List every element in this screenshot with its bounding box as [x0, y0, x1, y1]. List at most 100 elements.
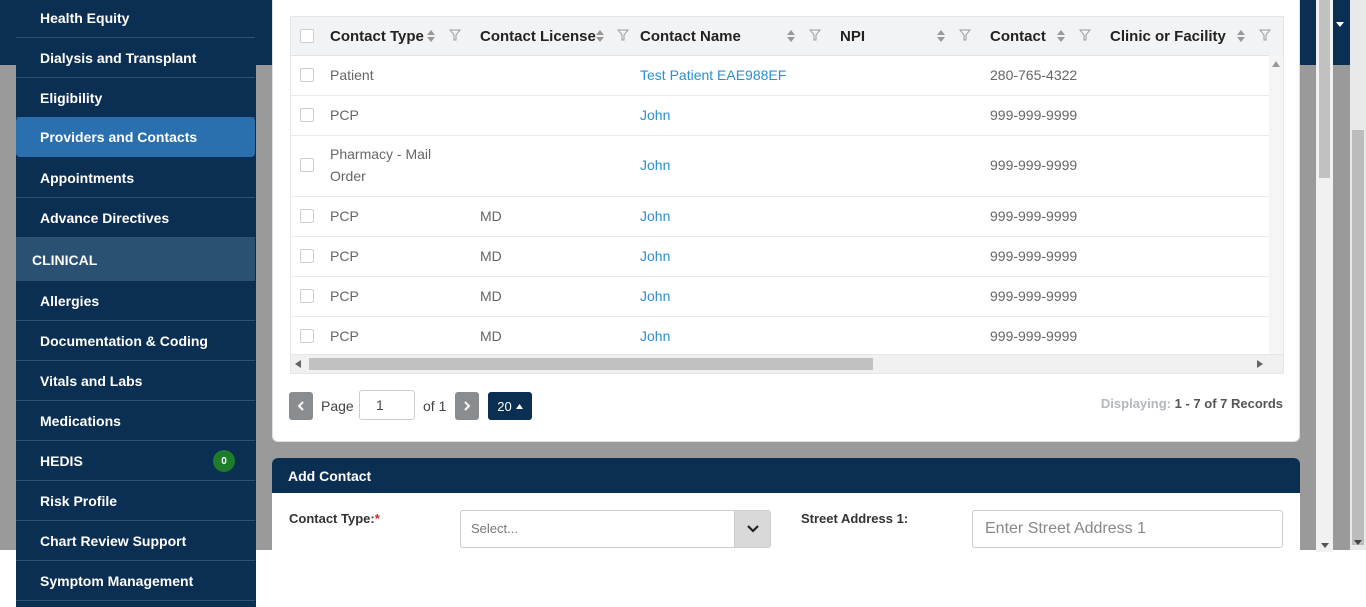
sidebar-item-dialysis[interactable]: Dialysis and Transplant [16, 38, 255, 78]
sidebar-nav: Health Equity Dialysis and Transplant El… [16, 0, 256, 607]
grid-vertical-scrollbar[interactable] [1269, 55, 1283, 373]
table-row[interactable]: PCP MD John 999-999-9999 [291, 196, 1269, 237]
select-all-checkbox[interactable] [300, 29, 314, 43]
sidebar-item-documentation-coding[interactable]: Documentation & Coding [16, 321, 255, 361]
table-row[interactable]: PCP MD John 999-999-9999 [291, 316, 1269, 356]
add-contact-title: Add Contact [288, 467, 372, 484]
sort-icon[interactable] [426, 29, 436, 43]
select-toggle-button[interactable] [734, 511, 770, 547]
sidebar-item-advance-directives[interactable]: Advance Directives [16, 198, 255, 238]
column-header-contact[interactable]: Contact [990, 17, 1046, 55]
cell-contact-type: PCP [330, 288, 359, 304]
content-scrollbar[interactable] [1316, 0, 1333, 552]
hedis-count-badge: 0 [213, 450, 235, 472]
sidebar-item-label: Chart Review Support [40, 532, 187, 549]
cell-contact-type-line2: Order [330, 168, 366, 184]
street-address-label: Street Address 1: [801, 511, 908, 526]
sidebar-item-label: Symptom Management [40, 572, 194, 589]
prev-page-button[interactable] [289, 392, 313, 420]
displaying-label: Displaying: [1100, 396, 1171, 411]
contact-name-link[interactable]: John [640, 285, 670, 307]
scroll-left-arrow-icon[interactable] [295, 360, 301, 368]
sidebar-item-appointments[interactable]: Appointments [16, 158, 255, 198]
column-header-clinic-facility[interactable]: Clinic or Facility [1110, 17, 1226, 55]
row-checkbox[interactable] [300, 108, 314, 122]
cell-contact-type: Patient [330, 67, 374, 83]
sidebar-item-health-equity[interactable]: Health Equity [16, 0, 255, 38]
records-summary: Displaying: 1 - 7 of 7 Records [1101, 396, 1283, 411]
contact-type-label-text: Contact Type: [289, 511, 375, 526]
column-header-label: Contact License [480, 27, 596, 45]
filter-icon[interactable] [959, 29, 971, 41]
sidebar-item-eligibility[interactable]: Eligibility [16, 78, 255, 118]
table-row[interactable]: PCP MD John 999-999-9999 [291, 236, 1269, 277]
contact-name-link[interactable]: John [640, 205, 670, 227]
sidebar-item-symptom-management[interactable]: Symptom Management [16, 561, 255, 601]
content-scroll-thumb[interactable] [1319, 0, 1330, 178]
column-header-npi[interactable]: NPI [840, 17, 865, 55]
sidebar-item-chart-review[interactable]: Chart Review Support [16, 521, 255, 561]
sidebar-item-medications[interactable]: Medications [16, 401, 255, 441]
chevron-down-icon[interactable] [1336, 22, 1344, 27]
cell-contact-license: MD [480, 288, 502, 304]
sidebar-section-label: CLINICAL [32, 251, 98, 268]
street-address-input[interactable] [972, 510, 1283, 548]
sort-icon[interactable] [936, 29, 946, 43]
next-page-button[interactable] [455, 392, 479, 420]
cell-contact-phone: 280-765-4322 [990, 67, 1078, 83]
window-scrollbar[interactable] [1350, 0, 1366, 550]
sidebar-item-hedis[interactable]: HEDIS 0 [16, 441, 255, 481]
sort-icon[interactable] [595, 29, 605, 43]
scroll-down-arrow-icon[interactable] [1354, 540, 1362, 545]
horizontal-scroll-thumb[interactable] [309, 358, 873, 370]
page-number-input[interactable] [359, 390, 415, 420]
row-checkbox[interactable] [300, 289, 314, 303]
contact-name-link[interactable]: John [640, 325, 670, 347]
cell-contact-license: MD [480, 208, 502, 224]
cell-contact-license: MD [480, 328, 502, 344]
page-label: Page [321, 398, 354, 414]
window-scroll-thumb[interactable] [1352, 130, 1364, 545]
sort-icon[interactable] [1236, 29, 1246, 43]
sidebar-item-risk-profile[interactable]: Risk Profile [16, 481, 255, 521]
add-contact-panel: Add Contact Contact Type:* Select... Str… [272, 458, 1300, 550]
contact-name-link[interactable]: John [640, 104, 670, 126]
row-checkbox[interactable] [300, 329, 314, 343]
chevron-right-icon [464, 401, 471, 411]
row-checkbox[interactable] [300, 68, 314, 82]
sidebar-item-providers-contacts[interactable]: Providers and Contacts [16, 117, 255, 157]
grid-horizontal-scrollbar[interactable] [291, 354, 1283, 373]
sort-icon[interactable] [786, 29, 796, 43]
row-checkbox[interactable] [300, 158, 314, 172]
filter-icon[interactable] [617, 29, 629, 41]
filter-icon[interactable] [809, 29, 821, 41]
scroll-up-arrow-icon[interactable] [1272, 61, 1280, 67]
column-header-contact-license[interactable]: Contact License [480, 17, 596, 55]
row-checkbox[interactable] [300, 249, 314, 263]
filter-icon[interactable] [1259, 29, 1271, 41]
table-row[interactable]: Patient Test Patient EAE988EF 280-765-43… [291, 55, 1269, 96]
filter-icon[interactable] [1079, 29, 1091, 41]
sort-icon[interactable] [1056, 29, 1066, 43]
scroll-down-arrow-icon[interactable] [1321, 543, 1329, 548]
table-row[interactable]: PCP MD John 999-999-9999 [291, 276, 1269, 317]
column-header-contact-name[interactable]: Contact Name [640, 17, 741, 55]
sidebar-item-label: Medications [40, 412, 121, 429]
sidebar-item-label: Documentation & Coding [40, 332, 208, 349]
page-size-dropdown[interactable]: 20 [488, 392, 532, 420]
scroll-right-arrow-icon[interactable] [1257, 360, 1263, 368]
row-checkbox[interactable] [300, 209, 314, 223]
contact-name-link[interactable]: John [640, 154, 670, 176]
cell-contact-phone: 999-999-9999 [990, 107, 1078, 123]
contact-type-select[interactable]: Select... [460, 510, 771, 548]
contact-name-link[interactable]: John [640, 245, 670, 267]
column-header-contact-type[interactable]: Contact Type [330, 17, 424, 55]
contact-name-link[interactable]: Test Patient EAE988EF [640, 64, 786, 86]
sidebar-section-clinical[interactable]: CLINICAL [16, 238, 255, 281]
table-row[interactable]: PCP John 999-999-9999 [291, 95, 1269, 136]
sidebar-item-label: Eligibility [40, 89, 103, 106]
sidebar-item-vitals-labs[interactable]: Vitals and Labs [16, 361, 255, 401]
filter-icon[interactable] [449, 29, 461, 41]
table-row[interactable]: Pharmacy - Mail Order John 999-999-9999 [291, 135, 1269, 197]
sidebar-item-allergies[interactable]: Allergies [16, 281, 255, 321]
